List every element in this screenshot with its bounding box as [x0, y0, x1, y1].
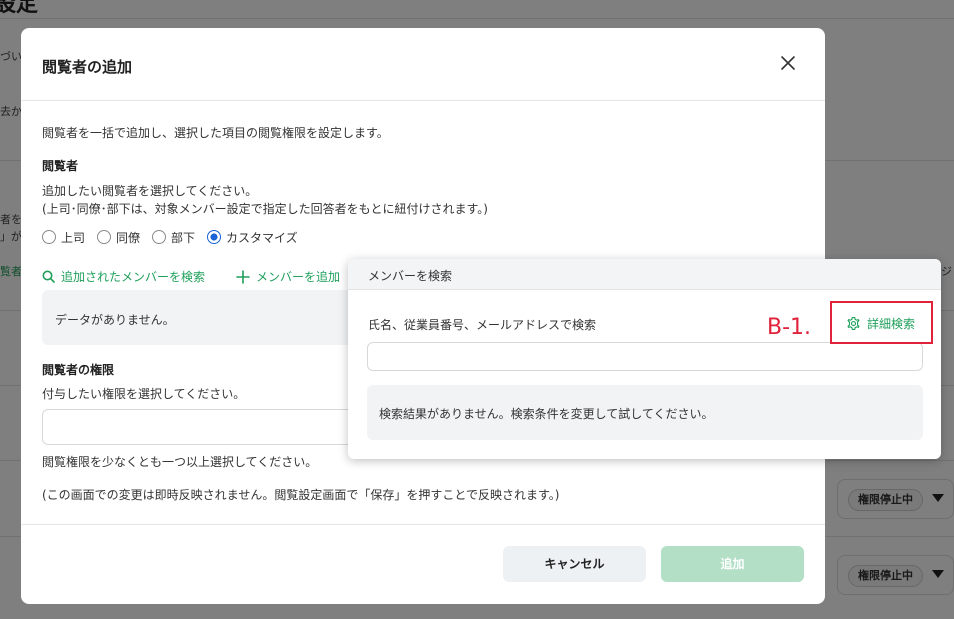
radio-circle	[42, 230, 56, 244]
search-added-members-label: 追加されたメンバーを検索	[61, 270, 206, 284]
radio-circle	[152, 230, 167, 244]
add-member-label: メンバーを追加	[256, 270, 341, 284]
add-button[interactable]: 追加	[661, 546, 804, 582]
popover-title: メンバーを検索	[368, 269, 453, 283]
cancel-button[interactable]: キャンセル	[503, 546, 646, 582]
no-result-text: 検索結果がありません。検索条件を変更して試してください。	[379, 407, 714, 421]
search-field-label: 氏名、従業員番号、メールアドレスで検索	[368, 318, 597, 332]
permission-select[interactable]	[42, 409, 382, 445]
search-added-members-link[interactable]: 追加されたメンバーを検索	[42, 268, 205, 285]
close-button[interactable]	[777, 52, 799, 74]
permission-hint: 閲覧権限を少なくとも一つ以上選択してください。	[42, 455, 318, 469]
radio-customize[interactable]: カスタマイズ	[207, 229, 298, 246]
add-member-link[interactable]: メンバーを追加	[236, 268, 340, 285]
radio-label: 上司	[61, 230, 86, 245]
search-icon	[42, 270, 55, 283]
modal-header: 閲覧者の追加	[21, 28, 825, 101]
save-notice: (この画面での変更は即時反映されません。閲覧設定画面で「保存」を押すことで反映さ…	[42, 488, 560, 502]
popover-header: メンバーを検索	[348, 259, 941, 290]
viewer-type-radio-group: 上司 同僚 部下 カスタマイズ	[42, 228, 310, 246]
permission-instruction: 付与したい権限を選択してください。	[42, 387, 246, 401]
close-icon	[781, 56, 795, 70]
member-search-popover: メンバーを検索 氏名、従業員番号、メールアドレスで検索 詳細検索 検索結果があり…	[348, 259, 941, 459]
radio-label: 部下	[171, 230, 196, 245]
annotation-label: B-1.	[767, 315, 812, 340]
permission-heading: 閲覧者の権限	[42, 363, 115, 377]
radio-colleague[interactable]: 同僚	[97, 229, 140, 246]
search-result-box: 検索結果がありません。検索条件を変更して試してください。	[367, 385, 923, 440]
viewers-heading: 閲覧者	[42, 159, 79, 173]
modal-title: 閲覧者の追加	[42, 58, 133, 76]
radio-circle-selected	[207, 230, 222, 244]
modal-description: 閲覧者を一括で追加し、選択した項目の閲覧権限を設定します。	[42, 126, 389, 140]
added-members-list: データがありません。	[42, 290, 382, 345]
radio-label: カスタマイズ	[226, 230, 298, 245]
viewers-note: (上司･同僚･部下は、対象メンバー設定で指定した回答者をもとに紐付けされます。)	[42, 202, 488, 216]
radio-subordinate[interactable]: 部下	[152, 229, 195, 246]
radio-circle	[97, 230, 112, 244]
annotation-highlight-box	[830, 301, 933, 344]
radio-label: 同僚	[116, 230, 141, 245]
empty-data-text: データがありません。	[55, 313, 175, 327]
member-search-input[interactable]	[367, 342, 923, 371]
footer-divider	[21, 524, 825, 525]
viewers-instruction: 追加したい閲覧者を選択してください。	[42, 184, 258, 198]
plus-icon	[236, 269, 250, 284]
radio-superior[interactable]: 上司	[42, 229, 85, 246]
